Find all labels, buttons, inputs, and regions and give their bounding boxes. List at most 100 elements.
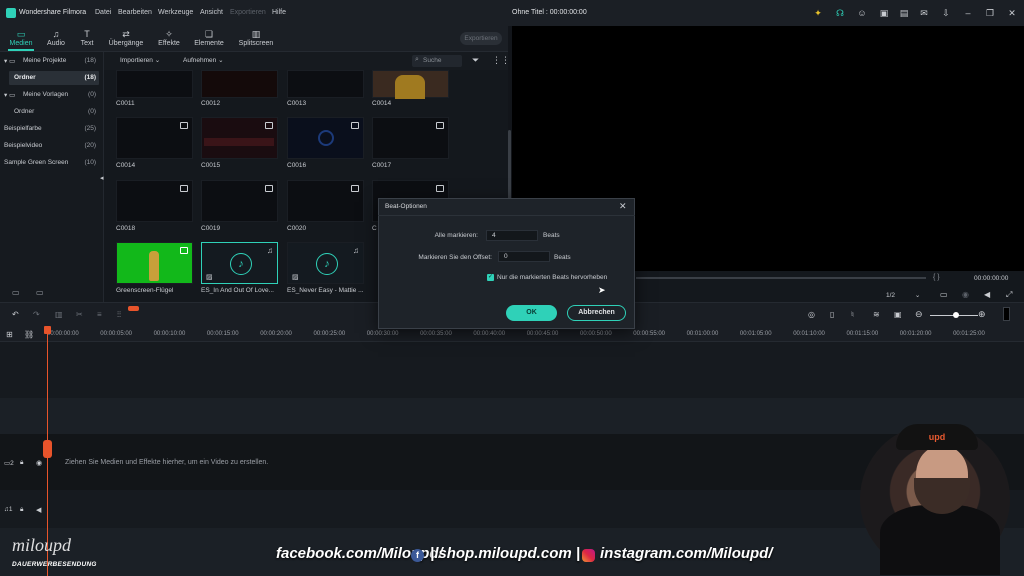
collapse-panel-icon[interactable]: ◂ — [100, 174, 104, 182]
tab-effekte[interactable]: ✧ Effekte — [154, 26, 184, 52]
zoom-slider-handle[interactable] — [953, 312, 959, 318]
download-icon[interactable]: ⇩ — [940, 7, 952, 19]
close-icon[interactable]: ✕ — [1006, 7, 1018, 19]
library-meine-projekte[interactable]: ▾ ▭ Meine Projekte (18) — [0, 53, 104, 69]
menu-ansicht[interactable]: Ansicht — [200, 9, 223, 16]
zoom-in-icon[interactable]: ⊕ — [978, 309, 986, 320]
media-thumb-c0016[interactable] — [287, 117, 364, 159]
row-count: (10) — [84, 159, 96, 166]
highlight-beats-label[interactable]: Nur die markierten Beats hervorheben — [497, 274, 607, 281]
search-icon: ⌕ — [415, 56, 419, 63]
menu-bearbeiten[interactable]: Bearbeiten — [118, 9, 152, 16]
headset-icon[interactable]: ☊ — [834, 7, 846, 19]
zoom-dropdown[interactable]: 1/2 ⌄ — [886, 291, 930, 302]
gift-icon[interactable]: ▣ — [878, 7, 890, 19]
offset-input[interactable]: 0 — [498, 251, 550, 262]
chevron-down-icon: ⌄ — [218, 57, 224, 64]
library-ordner-vorlagen[interactable]: Ordner (0) — [0, 104, 104, 120]
filter-icon[interactable]: ⏷ — [472, 55, 479, 66]
dialog-divider — [378, 215, 635, 216]
minimize-icon[interactable]: – — [962, 7, 974, 19]
highlight-beats-checkbox[interactable]: ✓ — [487, 274, 494, 281]
library-ordner-projekte[interactable]: Ordner (18) — [0, 70, 104, 86]
facebook-icon: f — [411, 549, 424, 562]
media-thumb-es-never-easy[interactable]: ♪ ♫ ▨ — [287, 242, 364, 284]
mic-icon[interactable]: ♮ — [851, 310, 854, 319]
lightbulb-icon[interactable]: ✦ — [812, 7, 824, 19]
media-thumb-c0020[interactable] — [287, 180, 364, 222]
playhead-marker[interactable] — [43, 440, 52, 458]
zoom-out-icon[interactable]: ⊖ — [915, 309, 923, 320]
menu-werkzeuge[interactable]: Werkzeuge — [158, 9, 193, 16]
marker-icon[interactable]: ▯ — [830, 310, 834, 319]
redo-icon[interactable]: ↷ — [33, 310, 40, 319]
undo-icon[interactable]: ↶ — [12, 310, 19, 319]
library-beispielvideo[interactable]: Beispielvideo (20) — [0, 138, 104, 154]
app-name: Wondershare Filmora — [19, 9, 87, 16]
menu-hilfe[interactable]: Hilfe — [272, 9, 286, 16]
media-thumb-c0015[interactable] — [201, 117, 278, 159]
library-sample-green-screen[interactable]: Sample Green Screen (10) — [0, 155, 104, 171]
import-dropdown[interactable]: Importieren ⌄ — [120, 55, 160, 67]
link-icon[interactable]: ⛓ — [24, 330, 34, 339]
media-thumb-c0011[interactable] — [116, 70, 193, 98]
tab-uebergaenge[interactable]: ⇄ Übergänge — [106, 26, 146, 52]
media-thumb-c0014b[interactable] — [116, 117, 193, 159]
search-input[interactable]: Suche — [412, 55, 462, 67]
adjust-icon[interactable]: ≡ — [97, 310, 102, 319]
mark-all-input[interactable]: 4 — [486, 230, 538, 241]
mark-in-out[interactable]: { } — [933, 274, 940, 281]
ok-button[interactable]: OK — [506, 305, 557, 321]
ruler-tick-label: 00:00:35:00 — [420, 331, 452, 337]
tab-label: Effekte — [158, 40, 180, 47]
volume-icon[interactable]: ◀ — [984, 290, 990, 299]
account-icon[interactable]: ☺ — [856, 7, 868, 19]
snapshot-icon[interactable]: ◉ — [962, 290, 969, 299]
folder-icon[interactable]: ▭ — [36, 288, 44, 297]
mail-icon[interactable]: ✉ — [918, 7, 930, 19]
preview-scrubber[interactable] — [636, 277, 926, 279]
monitor-icon[interactable]: ▭ — [940, 290, 948, 299]
lock-icon[interactable]: 🔒︎ — [20, 506, 23, 514]
media-thumb-c0018[interactable] — [116, 180, 193, 222]
save-icon[interactable]: ▤ — [898, 7, 910, 19]
menu-datei[interactable]: Datei — [95, 9, 111, 16]
tab-text[interactable]: T Text — [74, 26, 100, 52]
media-thumb-greenscreen[interactable] — [116, 242, 193, 284]
library-meine-vorlagen[interactable]: ▾ ▭ Meine Vorlagen (0) — [0, 87, 104, 103]
library-beispielfarbe[interactable]: Beispielfarbe (25) — [0, 121, 104, 137]
close-icon[interactable]: ✕ — [619, 201, 627, 212]
cancel-button[interactable]: Abbrechen — [567, 305, 626, 321]
mixer-icon[interactable]: ≋ — [873, 310, 880, 319]
grid-view-icon[interactable]: ⋮⋮ — [492, 55, 510, 66]
panel-toggle[interactable] — [1003, 307, 1010, 321]
speaker-icon[interactable]: ◀ — [36, 506, 41, 514]
cut-icon[interactable]: ✂ — [76, 310, 83, 319]
media-thumb-c0014[interactable] — [372, 70, 449, 99]
tab-label: Text — [80, 40, 94, 47]
row-label: Beispielfarbe — [4, 125, 42, 132]
eye-icon[interactable]: ◉ — [36, 459, 42, 467]
media-thumb-es-in-and-out[interactable]: ♪ ♫ ▨ — [201, 242, 278, 284]
playhead-handle[interactable] — [44, 326, 51, 334]
fullscreen-icon[interactable]: ⤢ — [1006, 290, 1012, 300]
tab-audio[interactable]: ♫ Audio — [42, 26, 70, 52]
lock-icon[interactable]: 🔒︎ — [20, 459, 23, 467]
record-dropdown[interactable]: Aufnehmen ⌄ — [183, 55, 224, 67]
media-thumb-c0013[interactable] — [287, 70, 364, 98]
snap-icon[interactable]: ▣ — [894, 310, 902, 319]
media-thumb-c0019[interactable] — [201, 180, 278, 222]
media-thumb-c0017[interactable] — [372, 117, 449, 159]
media-thumb-c0012[interactable] — [201, 70, 278, 98]
new-folder-icon[interactable]: ▭ — [12, 288, 20, 297]
maximize-icon[interactable]: ❐ — [984, 7, 996, 19]
add-track-icon[interactable]: ⊞ — [6, 330, 13, 339]
tab-elemente[interactable]: ❏ Elemente — [192, 26, 226, 52]
render-icon[interactable]: ◎ — [808, 310, 815, 319]
dropdown-label: Aufnehmen — [183, 57, 217, 64]
audio-wave-icon[interactable]: ⫶⫶ — [117, 310, 121, 320]
tab-splitscreen[interactable]: ▥ Splitscreen — [236, 26, 276, 52]
delete-icon[interactable]: ▥ — [55, 310, 63, 319]
export-button[interactable]: Exportieren — [460, 32, 502, 45]
menu-exportieren[interactable]: Exportieren — [230, 9, 266, 16]
